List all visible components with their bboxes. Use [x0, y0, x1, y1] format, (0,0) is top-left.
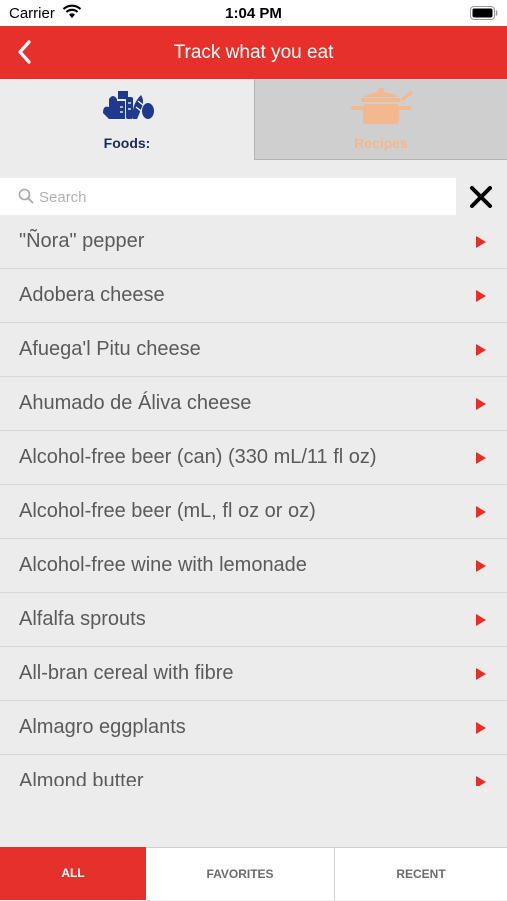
chevron-right-icon [476, 290, 486, 302]
search-box [0, 178, 456, 215]
list-item[interactable]: Alcohol-free beer (mL, fl oz or oz) [0, 485, 507, 539]
tab-foods-label: Foods: [103, 135, 151, 151]
list-item[interactable]: Ahumado de Áliva cheese [0, 377, 507, 431]
chevron-right-icon [476, 668, 486, 680]
status-bar: Carrier 1:04 PM [0, 0, 507, 26]
search-icon [18, 188, 34, 204]
chevron-right-icon [476, 506, 486, 518]
list-item-label: Afuega'l Pitu cheese [19, 338, 201, 360]
list-item[interactable]: Alcohol-free wine with lemonade [0, 539, 507, 593]
list-item-label: "Ñora" pepper [19, 230, 145, 252]
list-item-label: Adobera cheese [19, 284, 165, 306]
search-bar [0, 178, 507, 215]
list-item-label: Alfalfa sprouts [19, 608, 146, 630]
search-input[interactable] [37, 184, 441, 210]
chevron-right-icon [476, 452, 486, 464]
chevron-right-icon [476, 614, 486, 626]
list-item[interactable]: Alfalfa sprouts [0, 593, 507, 647]
close-icon[interactable] [466, 182, 496, 212]
nav-bar: Track what you eat [0, 26, 507, 79]
list-item[interactable]: Alcohol-free beer (can) (330 mL/11 fl oz… [0, 431, 507, 485]
list-item-label: All-bran cereal with fibre [19, 662, 234, 684]
list-item[interactable]: Almagro eggplants [0, 701, 507, 755]
tab-foods[interactable]: Foods: [0, 79, 254, 161]
chevron-right-icon [476, 776, 486, 786]
status-time: 1:04 PM [225, 5, 282, 22]
battery-icon [470, 6, 498, 20]
list-item[interactable]: "Ñora" pepper [0, 215, 507, 269]
tab-all[interactable]: ALL [0, 847, 146, 900]
list-item[interactable]: Afuega'l Pitu cheese [0, 323, 507, 377]
list-item-label: Alcohol-free beer (can) (330 mL/11 fl oz… [19, 446, 377, 468]
chevron-right-icon [476, 344, 486, 356]
tab-favorites[interactable]: FAVORITES [146, 847, 335, 900]
list-item[interactable]: All-bran cereal with fibre [0, 647, 507, 701]
list-item[interactable]: Adobera cheese [0, 269, 507, 323]
pot-icon [351, 88, 413, 124]
tab-recent[interactable]: RECENT [335, 847, 507, 900]
bottom-tab-bar: ALL FAVORITES RECENT [0, 847, 507, 900]
page-title: Track what you eat [173, 42, 334, 63]
list-item-label: Alcohol-free wine with lemonade [19, 554, 307, 576]
list-item-label: Almagro eggplants [19, 716, 186, 738]
tab-recipes-label: Recipes [354, 135, 408, 151]
chevron-right-icon [476, 722, 486, 734]
list-item-label: Ahumado de Áliva cheese [19, 392, 252, 414]
chevron-right-icon [476, 398, 486, 410]
tab-recipes[interactable]: Recipes [254, 79, 507, 160]
chevron-right-icon [476, 560, 486, 572]
chevron-right-icon [476, 236, 486, 248]
list-item[interactable]: Almond butter [0, 755, 507, 786]
list-item-label: Almond butter [19, 770, 144, 786]
foods-icon [103, 91, 154, 119]
list-item-label: Alcohol-free beer (mL, fl oz or oz) [19, 500, 316, 522]
food-list: "Ñora" pepper Adobera cheese Afuega'l Pi… [0, 215, 507, 786]
category-tabs: Foods: Recipes [0, 79, 507, 161]
